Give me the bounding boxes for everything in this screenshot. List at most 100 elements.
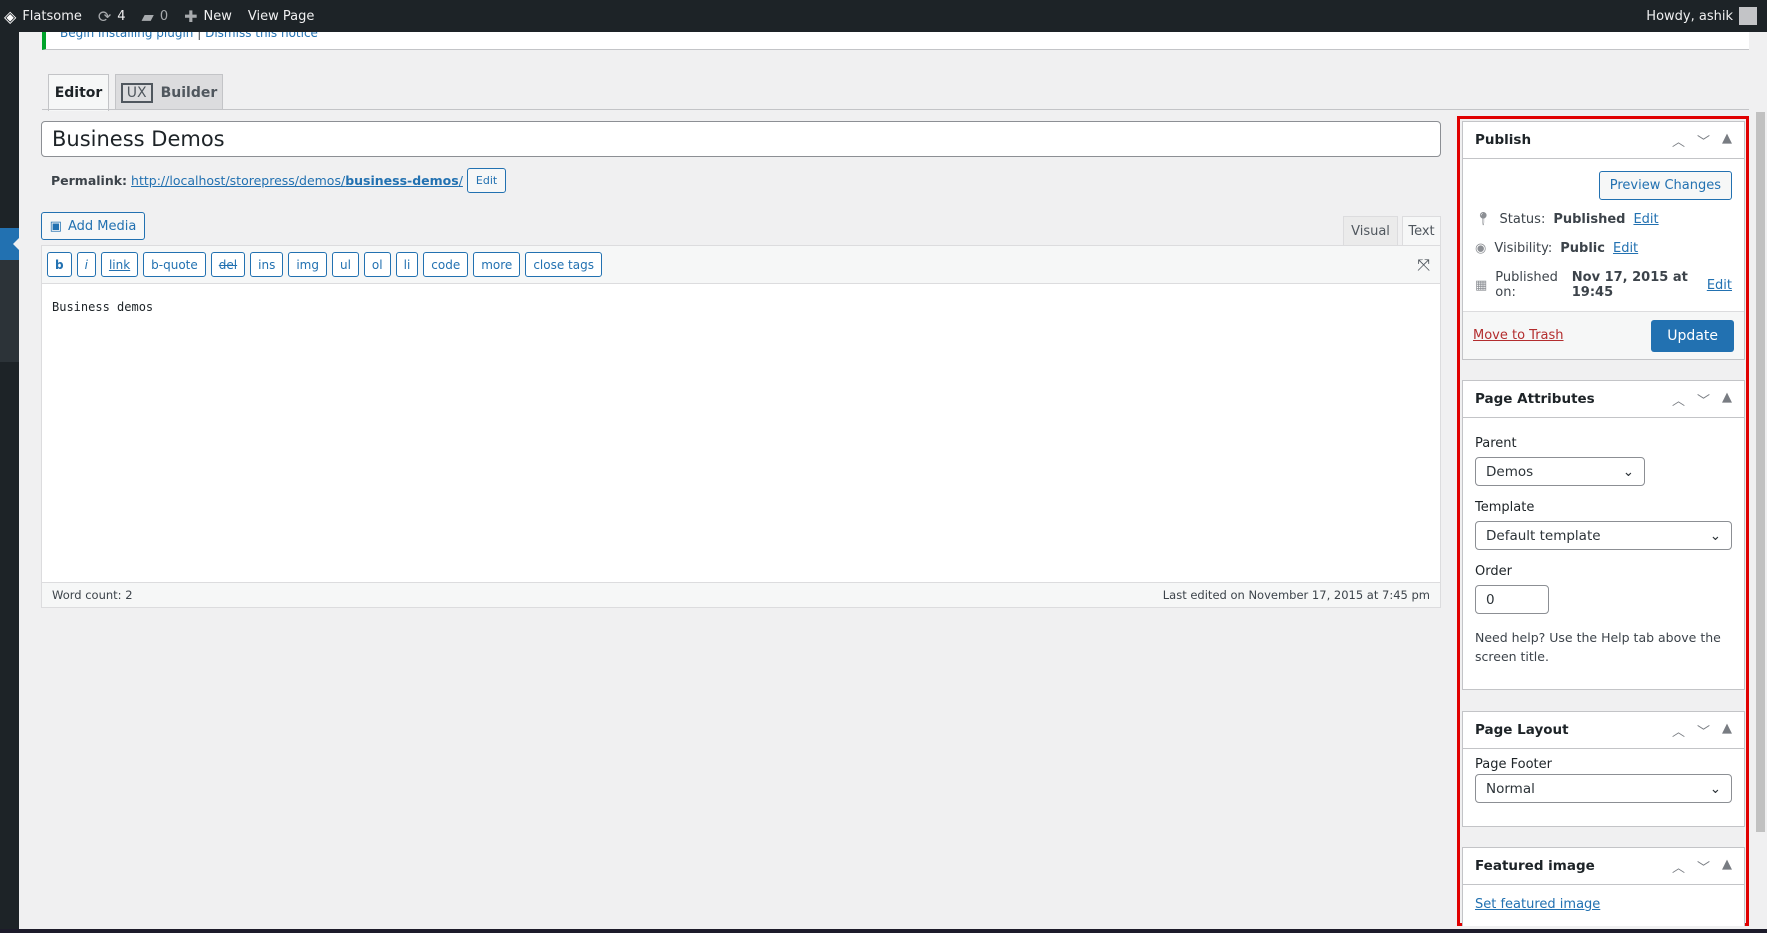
scrollbar[interactable] — [1756, 112, 1765, 832]
permalink-slug: business-demos — [345, 173, 459, 188]
view-page-link[interactable]: View Page — [248, 9, 314, 24]
add-media-label: Add Media — [67, 218, 137, 234]
permalink-url[interactable]: http://localhost/storepress/demos/busine… — [131, 173, 463, 188]
move-down-icon[interactable]: ﹀ — [1697, 857, 1710, 876]
page-attributes-title: Page Attributes — [1475, 391, 1595, 407]
visibility-edit-link[interactable]: Edit — [1613, 241, 1638, 256]
toggle-icon[interactable]: ▲ — [1722, 390, 1732, 409]
order-value: 0 — [1486, 591, 1495, 608]
italic-button[interactable]: i — [76, 252, 96, 277]
move-down-icon[interactable]: ﹀ — [1697, 721, 1710, 740]
toggle-icon[interactable]: ▲ — [1722, 721, 1732, 740]
page-layout-box: Page Layout ︿ ﹀ ▲ Page Footer Normal ⌄ — [1462, 711, 1745, 827]
move-to-trash-link[interactable]: Move to Trash — [1473, 328, 1564, 343]
comments-count: 0 — [159, 8, 169, 24]
chevron-down-icon: ⌄ — [1709, 527, 1721, 544]
ux-logo: UX — [120, 82, 153, 103]
featured-image-box: Featured image ︿ ﹀ ▲ Set featured image — [1462, 847, 1745, 926]
update-button[interactable]: Update — [1651, 319, 1734, 352]
add-media-button[interactable]: ▣ Add Media — [41, 212, 145, 240]
permalink-label: Permalink: — [51, 173, 128, 188]
move-up-icon[interactable]: ︿ — [1672, 390, 1685, 409]
template-select[interactable]: Default template ⌄ — [1475, 521, 1732, 550]
blockquote-button[interactable]: b-quote — [143, 252, 206, 277]
toggle-icon[interactable]: ▲ — [1722, 857, 1732, 876]
set-featured-image-link[interactable]: Set featured image — [1475, 897, 1600, 912]
ul-button[interactable]: ul — [331, 252, 359, 277]
tab-text[interactable]: Text — [1402, 216, 1441, 246]
updates-menu[interactable]: ⟳ 4 — [98, 7, 126, 26]
ol-button[interactable]: ol — [363, 252, 391, 277]
order-label: Order — [1475, 564, 1512, 579]
featured-image-title: Featured image — [1475, 858, 1595, 874]
del-button[interactable]: del — [210, 252, 246, 277]
parent-label: Parent — [1475, 436, 1517, 451]
link-button[interactable]: link — [100, 252, 139, 277]
tab-visual[interactable]: Visual — [1343, 216, 1398, 246]
comments-menu[interactable]: ▰ 0 — [142, 7, 169, 26]
sidebar-current-item[interactable] — [0, 228, 19, 260]
site-menu[interactable]: ◈ Flatsome — [4, 7, 82, 26]
comment-icon: ▰ — [141, 6, 154, 26]
new-menu[interactable]: ✚ New — [184, 7, 232, 26]
tab-editor[interactable]: Editor — [48, 74, 109, 111]
close-tags-button[interactable]: close tags — [525, 252, 602, 277]
page-footer-label: Page Footer — [1475, 757, 1552, 772]
media-icon: ▣ — [49, 218, 62, 234]
new-label: New — [203, 8, 232, 24]
fullscreen-icon[interactable]: ⤧ — [1417, 255, 1430, 275]
published-label: Published on: — [1495, 270, 1558, 300]
ins-button[interactable]: ins — [250, 252, 284, 277]
begin-installing-link[interactable]: Begin installing plugin — [60, 32, 193, 40]
move-down-icon[interactable]: ﹀ — [1697, 390, 1710, 409]
word-count: Word count: 2 — [52, 588, 133, 602]
updates-count: 4 — [117, 8, 126, 24]
tab-editor-label: Editor — [54, 85, 103, 101]
li-button[interactable]: li — [395, 252, 419, 277]
eye-icon: ◉ — [1475, 241, 1487, 256]
status-edit-link[interactable]: Edit — [1633, 212, 1658, 227]
publish-box: Publish ︿ ﹀ ▲ Preview Changes 📍︎ Status: Publ… — [1462, 121, 1745, 360]
page-attributes-box: Page Attributes ︿ ﹀ ▲ Parent Demos ⌄ Templat… — [1462, 380, 1745, 690]
page-footer-select[interactable]: Normal ⌄ — [1475, 774, 1732, 803]
preview-changes-button[interactable]: Preview Changes — [1598, 171, 1732, 200]
dismiss-notice-link[interactable]: Dismiss this notice — [205, 32, 318, 40]
plus-icon: ✚ — [184, 6, 198, 26]
published-edit-link[interactable]: Edit — [1707, 278, 1732, 293]
site-name: Flatsome — [22, 8, 82, 24]
plugin-notice: Begin installing plugin | Dismiss this n… — [42, 32, 1749, 50]
more-button[interactable]: more — [473, 252, 521, 277]
move-up-icon[interactable]: ︿ — [1672, 131, 1685, 150]
tab-ux-builder[interactable]: UX Builder — [115, 74, 223, 110]
move-down-icon[interactable]: ﹀ — [1697, 131, 1710, 150]
content-textarea[interactable]: Business demos — [42, 284, 1440, 330]
move-up-icon[interactable]: ︿ — [1672, 857, 1685, 876]
img-button[interactable]: img — [288, 252, 327, 277]
chevron-down-icon: ⌄ — [1709, 780, 1721, 797]
view-page-label: View Page — [247, 8, 315, 24]
text-editor: b i link b-quote del ins img ul ol li co… — [41, 245, 1441, 608]
quicktags-toolbar: b i link b-quote del ins img ul ol li co… — [42, 246, 1440, 284]
title-input[interactable]: Business Demos — [41, 121, 1441, 157]
parent-value: Demos — [1486, 463, 1534, 480]
publish-title: Publish — [1475, 132, 1532, 148]
page-layout-title: Page Layout — [1475, 722, 1569, 738]
chevron-down-icon: ⌄ — [1622, 463, 1634, 480]
visibility-label: Visibility: — [1494, 241, 1553, 256]
account-menu[interactable]: Howdy, ashik — [1646, 7, 1757, 25]
permalink-end: / — [458, 173, 463, 188]
order-input[interactable]: 0 — [1475, 585, 1549, 614]
permalink-edit-button[interactable]: Edit — [466, 168, 507, 193]
move-up-icon[interactable]: ︿ — [1672, 721, 1685, 740]
notice-separator: | — [197, 32, 202, 40]
bold-button[interactable]: b — [47, 252, 72, 277]
parent-select[interactable]: Demos ⌄ — [1475, 457, 1645, 486]
toggle-icon[interactable]: ▲ — [1722, 131, 1732, 150]
code-button[interactable]: code — [423, 252, 469, 277]
template-value: Default template — [1486, 527, 1601, 544]
status-label: Status: — [1499, 212, 1546, 227]
pin-icon: 📍︎ — [1475, 212, 1492, 227]
flatsome-logo-icon: ◈ — [4, 6, 17, 26]
permalink-base: http://localhost/storepress/demos/ — [131, 173, 346, 188]
calendar-icon: ▦ — [1475, 277, 1488, 293]
